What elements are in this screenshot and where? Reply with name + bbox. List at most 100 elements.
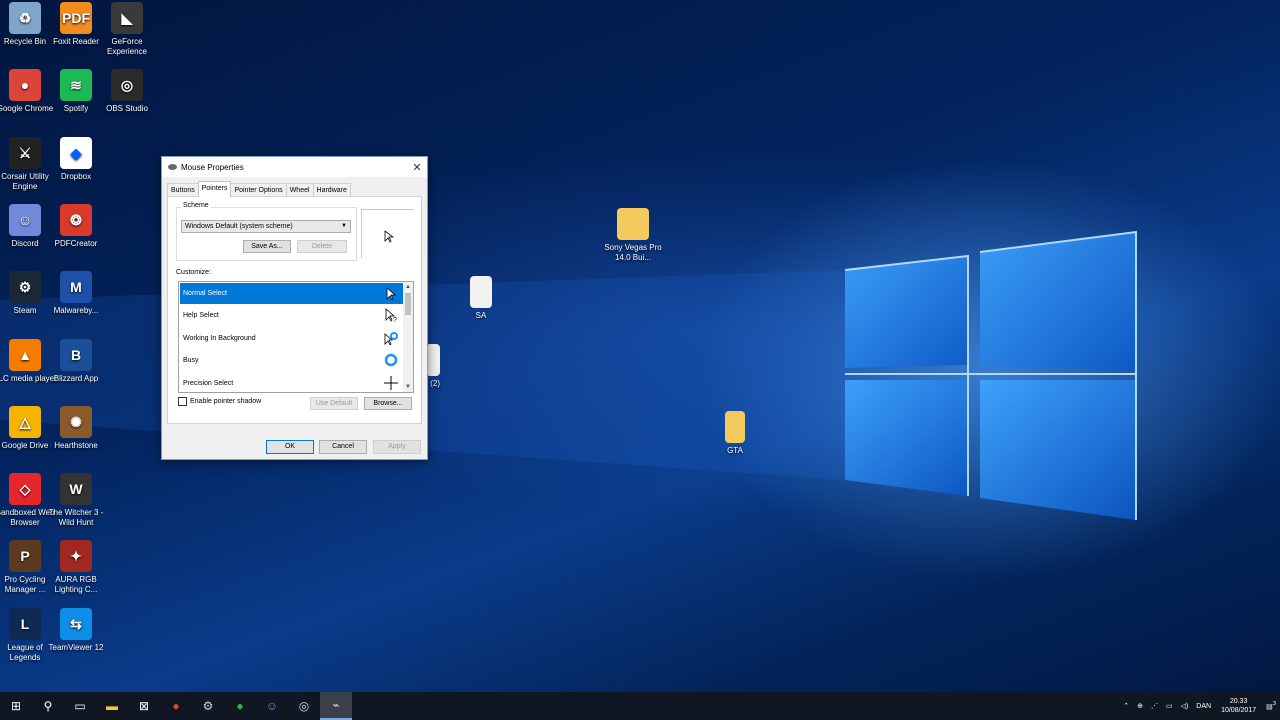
desktop-icon-teamviewer-12[interactable]: ⇆ TeamViewer 12 (43, 602, 109, 653)
mouse-icon (168, 164, 177, 170)
desktop-folder-sony-vegas[interactable]: Sony Vegas Pro 14.0 Bui... (600, 202, 666, 263)
app-glyph: M (70, 279, 82, 296)
chevron-up-icon[interactable]: ⌃ (1123, 702, 1129, 710)
app-glyph: L (20, 615, 30, 632)
desktop-folder-gta[interactable]: GTA (702, 405, 768, 456)
pointer-preview (361, 209, 414, 258)
task-view-icon[interactable]: ▭ (64, 692, 96, 720)
dialog-titlebar[interactable]: Mouse Properties ✕ (162, 157, 427, 177)
list-item-busy[interactable]: Busy (180, 350, 404, 371)
chrome-icon[interactable]: ● (160, 692, 192, 720)
desktop-icon-obs-studio[interactable]: ◎ OBS Studio (94, 63, 160, 114)
file-explorer-icon[interactable]: ▬ (96, 692, 128, 720)
volume-icon[interactable]: ◁) (1181, 702, 1189, 710)
app-icon: P (9, 540, 41, 573)
desktop-file-sa[interactable]: SA (448, 270, 514, 321)
app-glyph: ⇆ (70, 615, 82, 632)
desktop-icon-dropbox[interactable]: ◆ Dropbox (43, 131, 109, 182)
app-glyph: ❂ (70, 211, 82, 228)
app-glyph: ▲ (18, 346, 32, 363)
desktop-icon-geforce-experience[interactable]: ◣ GeForce Experience (94, 0, 160, 57)
pointer-shadow-label: Enable pointer shadow (190, 398, 262, 405)
tab-pointer-options[interactable]: Pointer Options (230, 183, 287, 197)
save-as-button[interactable]: Save As... (243, 240, 291, 253)
taskbar: ⊞ ⚲ ▭ ▬ ⊠ ● ⚙ ● ☺ ◎ ⌁ ⌃ ⊕ ⋰ ▭ ◁) DAN 20.33 10/08/2… (0, 692, 1280, 720)
network-icon[interactable]: ⊕ (1137, 702, 1143, 710)
crosshair-cursor-icon (384, 376, 398, 390)
dialog-title: Mouse Properties (181, 162, 244, 172)
mouse-properties-icon[interactable]: ⌁ (320, 692, 352, 720)
list-scrollbar[interactable]: ▲ ▼ (403, 282, 413, 392)
list-item-normal-select[interactable]: Normal Select (180, 283, 404, 304)
pointer-shadow-option[interactable]: Enable pointer shadow (178, 397, 261, 406)
store-icon[interactable]: ⊠ (128, 692, 160, 720)
desktop-icon-label: Blizzard App (53, 373, 99, 383)
steam-icon[interactable]: ⚙ (192, 692, 224, 720)
tab-buttons[interactable]: Buttons (167, 183, 199, 197)
chevron-down-icon[interactable]: ▼ (403, 382, 413, 392)
delete-button[interactable]: Delete (297, 240, 347, 253)
notification-count: 3 (1272, 701, 1276, 708)
desktop-icon-the-witcher-3-wild-hunt[interactable]: W The Witcher 3 - Wild Hunt (43, 467, 109, 528)
tab-wheel[interactable]: Wheel (285, 183, 314, 197)
battery-icon[interactable]: ▭ (1166, 702, 1173, 710)
app-icon: ◇ (9, 473, 41, 506)
language-indicator[interactable]: DAN (1196, 703, 1211, 710)
desktop-icon-label: AURA RGB Lighting C... (54, 575, 98, 595)
app-icon: ◆ (60, 136, 92, 169)
desktop-icon-label: Hearthstone (54, 440, 98, 450)
app-icon: M (60, 271, 92, 304)
obs-icon[interactable]: ◎ (288, 692, 320, 720)
app-glyph: P (20, 548, 30, 565)
desktop-icon-malwareby[interactable]: M Malwareby... (43, 265, 109, 316)
app-glyph: ◆ (70, 144, 82, 161)
app-icon: ✺ (60, 405, 92, 438)
tab-pointers[interactable]: Pointers (197, 181, 232, 197)
chevron-up-icon[interactable]: ▲ (403, 282, 413, 292)
app-icon: ▲ (9, 338, 41, 371)
spotify-icon[interactable]: ● (224, 692, 256, 720)
desktop-icon-pdfcreator[interactable]: ❂ PDFCreator (43, 198, 109, 249)
search-icon[interactable]: ⚲ (32, 692, 64, 720)
start-icon[interactable]: ⊞ (0, 692, 32, 720)
app-glyph: ✦ (70, 548, 82, 565)
app-glyph: ◎ (120, 77, 134, 94)
wifi-icon[interactable]: ⋰ (1151, 702, 1158, 710)
list-item-working-in-background[interactable]: Working In Background (180, 328, 404, 349)
folder-icon (617, 208, 649, 240)
clock-time: 20.33 (1229, 698, 1248, 705)
tab-hardware[interactable]: Hardware (312, 183, 351, 197)
list-item-help-select[interactable]: Help Select ? (180, 305, 404, 326)
desktop-icon-label: Malwareby... (53, 306, 99, 316)
ok-button[interactable]: OK (266, 440, 314, 454)
app-glyph: ◇ (19, 481, 31, 498)
customize-label: Customize: (176, 269, 212, 276)
help-cursor-icon: ? (385, 308, 397, 322)
cancel-button[interactable]: Cancel (319, 440, 367, 454)
close-button[interactable]: ✕ (407, 161, 427, 174)
notification-icon[interactable]: ▤3 (1266, 701, 1276, 710)
app-icon: PDF (60, 2, 92, 34)
app-icon: ❂ (60, 203, 92, 236)
desktop-icon-aura-rgb-lighting-c[interactable]: ✦ AURA RGB Lighting C... (43, 534, 109, 595)
app-glyph: ♻ (18, 10, 32, 26)
desktop-icon-blizzard-app[interactable]: B Blizzard App (43, 333, 109, 384)
pointer-list[interactable]: Normal Select Help Select ? Working In B… (178, 281, 414, 393)
desktop-icon-label: TeamViewer 12 (48, 642, 104, 652)
app-glyph: ● (20, 77, 30, 94)
scrollbar-thumb[interactable] (405, 293, 411, 315)
scheme-select[interactable]: Windows Default (system scheme) ▼ (181, 220, 351, 233)
app-glyph: PDF (62, 10, 90, 26)
desktop-icon-hearthstone[interactable]: ✺ Hearthstone (43, 400, 109, 451)
browse-button[interactable]: Browse... (364, 397, 412, 410)
pointer-shadow-checkbox[interactable] (178, 397, 187, 406)
discord-icon[interactable]: ☺ (256, 692, 288, 720)
app-glyph: ◣ (121, 10, 133, 26)
app-icon: L (9, 607, 41, 640)
clock[interactable]: 20.33 10/08/2017 (1221, 697, 1256, 715)
use-default-button[interactable]: Use Default (310, 397, 358, 410)
app-glyph: ✺ (70, 413, 82, 430)
list-item-precision-select[interactable]: Precision Select (180, 373, 404, 392)
system-tray: ⌃ ⊕ ⋰ ▭ ◁) DAN 20.33 10/08/2017 ▤3 (1119, 697, 1280, 715)
apply-button[interactable]: Apply (373, 440, 421, 454)
